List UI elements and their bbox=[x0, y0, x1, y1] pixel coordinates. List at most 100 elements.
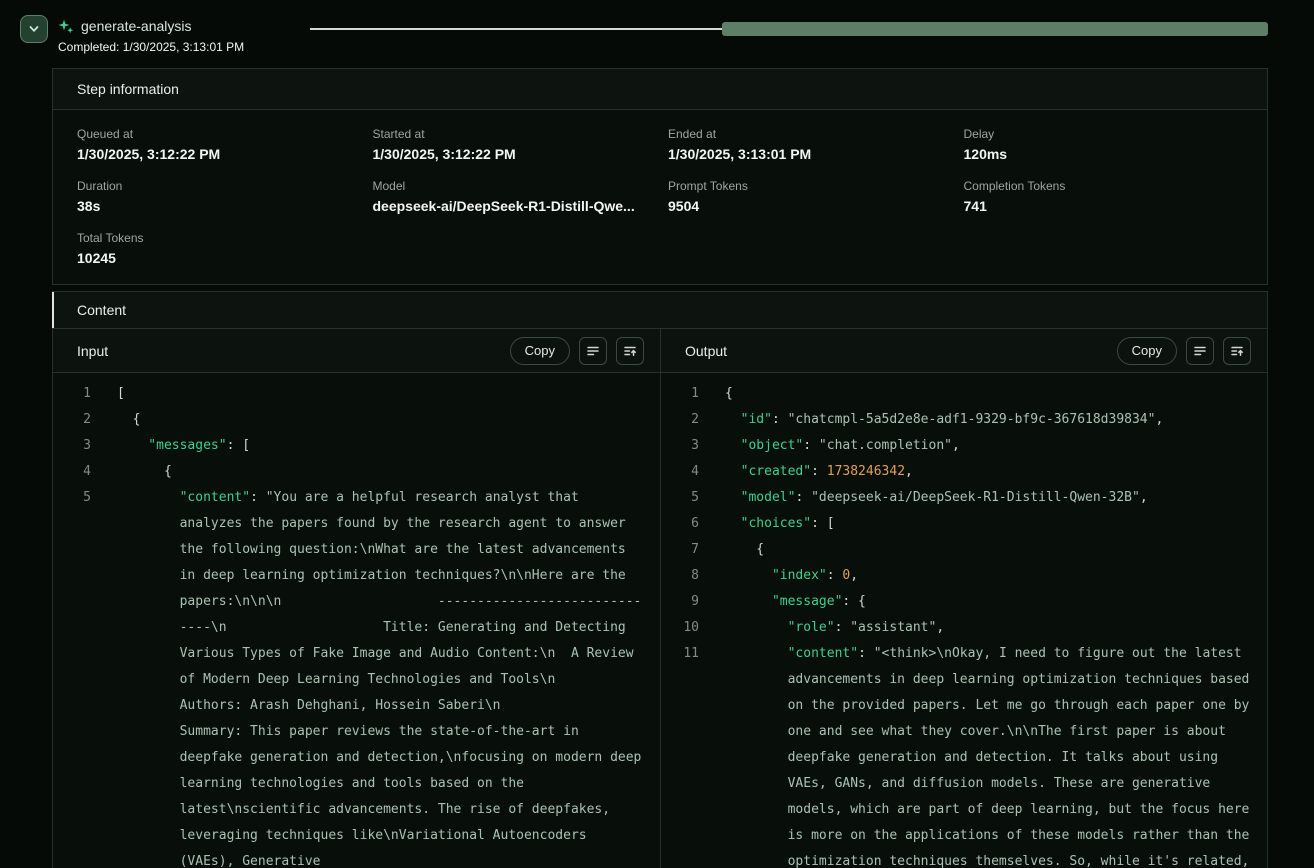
line-number: 7 bbox=[661, 537, 699, 563]
line-number: 11 bbox=[661, 641, 699, 667]
code-text: "content": "You are a helpful research a… bbox=[117, 485, 660, 868]
line-number: 1 bbox=[661, 381, 699, 407]
field-value: 1/30/2025, 3:12:22 PM bbox=[77, 146, 357, 162]
code-line: 6 "choices": [ bbox=[661, 511, 1267, 537]
code-text: "messages": [ bbox=[117, 433, 660, 459]
input-title: Input bbox=[77, 343, 108, 359]
run-meta: generate-analysis Completed: 1/30/2025, … bbox=[58, 15, 244, 60]
field-label: Started at bbox=[373, 127, 653, 141]
step-information-panel: Step information Queued at 1/30/2025, 3:1… bbox=[52, 68, 1268, 285]
step-field: Prompt Tokens9504 bbox=[668, 179, 948, 214]
line-number: 2 bbox=[53, 407, 91, 433]
output-panel-header: Output Copy bbox=[661, 329, 1267, 373]
code-text: "id": "chatcmpl-5a5d2e8e-adf1-9329-bf9c-… bbox=[725, 407, 1267, 433]
field-value: 38s bbox=[77, 198, 357, 214]
chevron-down-icon bbox=[27, 22, 41, 36]
step-field: Model deepseek-ai/DeepSeek-R1-Distill-Qwe… bbox=[373, 179, 653, 214]
output-text-wrap-button[interactable] bbox=[1186, 337, 1214, 365]
code-line: 5 "content": "You are a helpful research … bbox=[53, 485, 660, 868]
input-actions: Copy bbox=[510, 337, 644, 365]
code-line: 3 "object": "chat.completion", bbox=[661, 433, 1267, 459]
field-value: 120ms bbox=[964, 146, 1244, 162]
line-number: 10 bbox=[661, 615, 699, 641]
line-number: 5 bbox=[661, 485, 699, 511]
step-info-fields: Queued at 1/30/2025, 3:12:22 PM Started at… bbox=[53, 110, 1267, 284]
step-field: Started at1/30/2025, 3:12:22 PM bbox=[373, 127, 653, 162]
output-code[interactable]: 1{2"id": "chatcmpl-5a5d2e8e-adf1-9329-bf… bbox=[661, 373, 1267, 868]
code-line: 2{ bbox=[53, 407, 660, 433]
input-text-wrap-button[interactable] bbox=[579, 337, 607, 365]
line-number: 1 bbox=[53, 381, 91, 407]
code-text: { bbox=[117, 459, 660, 485]
input-panel-header: Input Copy bbox=[53, 329, 660, 373]
line-number: 2 bbox=[661, 407, 699, 433]
line-number: 3 bbox=[53, 433, 91, 459]
field-value: 9504 bbox=[668, 198, 948, 214]
input-output-grid: Input Copy bbox=[53, 329, 1267, 868]
code-line: 8 "index": 0, bbox=[661, 563, 1267, 589]
wrap-text-icon bbox=[586, 344, 600, 358]
code-line: 10 "role": "assistant", bbox=[661, 615, 1267, 641]
line-number: 6 bbox=[661, 511, 699, 537]
field-label: Ended at bbox=[668, 127, 948, 141]
code-text: "created": 1738246342, bbox=[725, 459, 1267, 485]
code-line: 5 "model": "deepseek-ai/DeepSeek-R1-Disti… bbox=[661, 485, 1267, 511]
code-text: "message": { bbox=[725, 589, 1267, 615]
output-title: Output bbox=[685, 343, 727, 359]
field-value: 1/30/2025, 3:13:01 PM bbox=[668, 146, 948, 162]
line-number: 4 bbox=[53, 459, 91, 485]
code-line: 4 "created": 1738246342, bbox=[661, 459, 1267, 485]
line-number: 5 bbox=[53, 485, 91, 511]
code-text: "content": "<think>\nOkay, I need to fig… bbox=[725, 641, 1267, 868]
line-number: 4 bbox=[661, 459, 699, 485]
field-value: deepseek-ai/DeepSeek-R1-Distill-Qwe... bbox=[373, 198, 653, 214]
completed-timestamp: Completed: 1/30/2025, 3:13:01 PM bbox=[58, 40, 244, 54]
input-move-to-top-button[interactable] bbox=[616, 337, 644, 365]
input-panel: Input Copy bbox=[53, 329, 660, 868]
code-text: "object": "chat.completion", bbox=[725, 433, 1267, 459]
code-line: 9"message": { bbox=[661, 589, 1267, 615]
code-text: "choices": [ bbox=[725, 511, 1267, 537]
code-line: 1[ bbox=[53, 381, 660, 407]
wrap-text-icon bbox=[1193, 344, 1207, 358]
code-line: 3 "messages": [ bbox=[53, 433, 660, 459]
step-field: Ended at 1/30/2025, 3:13:01 PM bbox=[668, 127, 948, 162]
step-field: Duration38s bbox=[77, 179, 357, 214]
step-field: Total Tokens 10245 bbox=[77, 231, 357, 266]
code-text: "model": "deepseek-ai/DeepSeek-R1-Distil… bbox=[725, 485, 1267, 511]
code-text: "role": "assistant", bbox=[725, 615, 1267, 641]
code-line: 4{ bbox=[53, 459, 660, 485]
field-label: Model bbox=[373, 179, 653, 193]
code-text: "index": 0, bbox=[725, 563, 1267, 589]
content-section-header: Content bbox=[53, 292, 1267, 329]
step-name: generate-analysis bbox=[81, 18, 192, 34]
code-text: { bbox=[725, 381, 1267, 407]
code-text: { bbox=[117, 407, 660, 433]
content-panel: Content Input Copy bbox=[52, 291, 1268, 868]
timeline-span-bar[interactable] bbox=[722, 22, 1268, 36]
code-text: { bbox=[725, 537, 1267, 563]
code-line: 11 "content": "<think>\nOkay, I need to f… bbox=[661, 641, 1267, 868]
line-number: 3 bbox=[661, 433, 699, 459]
field-value: 10245 bbox=[77, 250, 357, 266]
step-information-title: Step information bbox=[53, 69, 1267, 110]
collapse-step-button[interactable] bbox=[20, 15, 48, 43]
step-field: Queued at 1/30/2025, 3:12:22 PM bbox=[77, 127, 357, 162]
copy-output-button[interactable]: Copy bbox=[1117, 337, 1177, 365]
code-line: 1{ bbox=[661, 381, 1267, 407]
timeline bbox=[310, 22, 1268, 36]
field-label: Completion Tokens bbox=[964, 179, 1244, 193]
copy-input-button[interactable]: Copy bbox=[510, 337, 570, 365]
input-code[interactable]: 1[2{3"messages": [4{5"content": "You are… bbox=[53, 373, 660, 868]
trace-detail-page: generate-analysis Completed: 1/30/2025, … bbox=[0, 0, 1314, 868]
output-move-to-top-button[interactable] bbox=[1223, 337, 1251, 365]
code-line: 7{ bbox=[661, 537, 1267, 563]
move-to-top-icon bbox=[623, 344, 637, 358]
line-number: 8 bbox=[661, 563, 699, 589]
code-text: [ bbox=[117, 381, 660, 407]
field-label: Queued at bbox=[77, 127, 357, 141]
field-label: Total Tokens bbox=[77, 231, 357, 245]
timeline-track bbox=[310, 28, 722, 30]
step-field: Completion Tokens741 bbox=[964, 179, 1244, 214]
step-field: Delay120ms bbox=[964, 127, 1244, 162]
